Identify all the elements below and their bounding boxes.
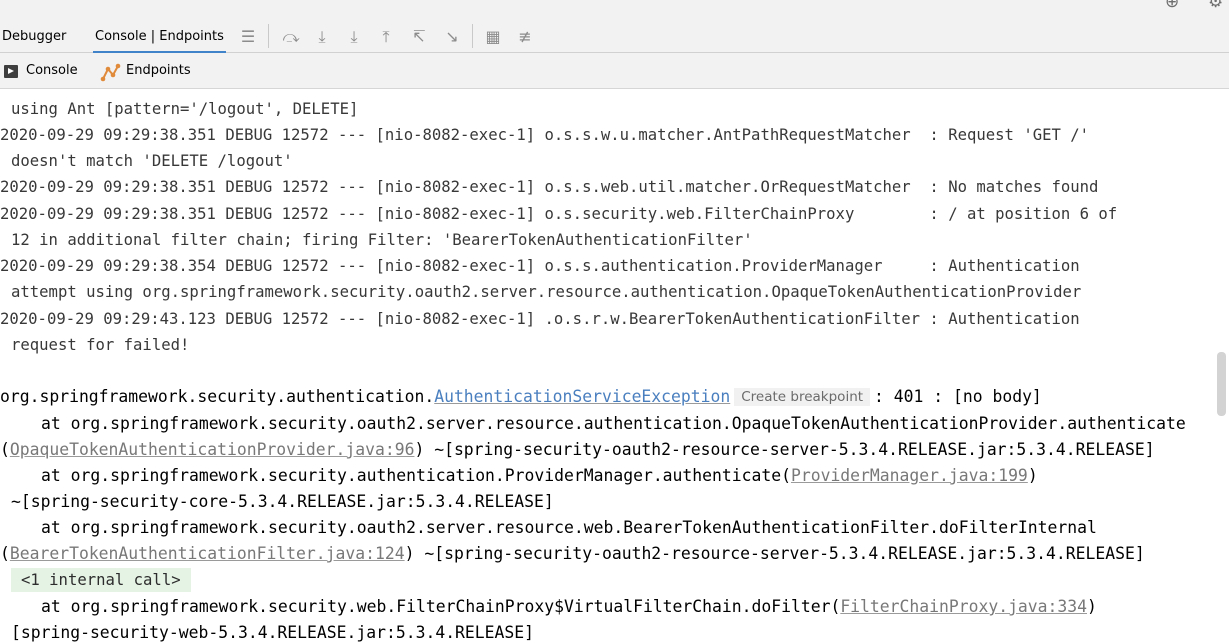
- evaluate-expression-icon[interactable]: ↘: [441, 26, 463, 48]
- tab-console-endpoints[interactable]: Console | Endpoints: [93, 24, 226, 54]
- log-line: request for failed!: [11, 336, 190, 354]
- globe-icon[interactable]: ⊕: [1165, 0, 1179, 12]
- jar-info: ) ~[spring-security-oauth2-resource-serv…: [404, 544, 1145, 563]
- frame-text: at org.springframework.security.authenti…: [41, 466, 791, 485]
- stack-frame: at org.springframework.security.oauth2.s…: [41, 518, 1097, 537]
- paren: (: [0, 440, 10, 459]
- run-to-cursor-icon[interactable]: ↸: [408, 26, 430, 48]
- console-icon: [4, 65, 18, 78]
- source-link[interactable]: FilterChainProxy.java:334: [840, 597, 1087, 616]
- tab-debugger[interactable]: Debugger: [0, 24, 68, 52]
- toolbar-separator: [268, 24, 269, 48]
- console-subtabs: Console Endpoints: [0, 53, 1229, 89]
- trace-settings-icon[interactable]: ≢: [514, 26, 536, 48]
- jar-info: ) ~[spring-security-oauth2-resource-serv…: [414, 440, 1155, 459]
- menu-icon[interactable]: ☰: [237, 26, 259, 48]
- frame-text: at org.springframework.security.web.Filt…: [41, 597, 841, 616]
- exception-message: : 401 : [no body]: [874, 387, 1042, 406]
- step-over-icon[interactable]: ⤓: [311, 26, 333, 48]
- paren: ): [1027, 466, 1038, 485]
- endpoints-icon: [100, 63, 121, 82]
- subtab-endpoints[interactable]: Endpoints: [126, 53, 191, 89]
- log-line: 2020-09-29 09:29:43.123 DEBUG 12572 --- …: [0, 310, 1080, 328]
- stack-frame: at org.springframework.security.oauth2.s…: [41, 414, 1186, 433]
- subtab-console[interactable]: Console: [26, 53, 78, 89]
- console-output[interactable]: using Ant [pattern='/logout', DELETE] 20…: [0, 89, 1214, 643]
- jar-info: [spring-security-web-5.3.4.RELEASE.jar:5…: [11, 623, 535, 642]
- stack-frame-location: (BearerTokenAuthenticationFilter.java:12…: [0, 543, 1145, 565]
- show-execution-point-icon[interactable]: ⤼: [280, 26, 302, 48]
- exception-package: org.springframework.security.authenticat…: [0, 387, 435, 406]
- exception-class-link[interactable]: AuthenticationServiceException: [434, 387, 730, 406]
- exception-line: org.springframework.security.authenticat…: [0, 386, 1042, 408]
- vertical-scrollbar[interactable]: [1217, 352, 1226, 416]
- stack-frame-location: (OpaqueTokenAuthenticationProvider.java:…: [0, 439, 1155, 461]
- toolbar-separator: [472, 24, 473, 48]
- log-line: 2020-09-29 09:29:38.351 DEBUG 12572 --- …: [0, 126, 1090, 144]
- table-view-icon[interactable]: ▦: [482, 26, 504, 48]
- source-link[interactable]: OpaqueTokenAuthenticationProvider.java:9…: [10, 440, 415, 459]
- log-line: 12 in additional filter chain; firing Fi…: [11, 231, 753, 249]
- paren: (: [0, 544, 10, 563]
- log-line: attempt using org.springframework.securi…: [11, 283, 1082, 301]
- source-link[interactable]: BearerTokenAuthenticationFilter.java:124: [10, 544, 405, 563]
- gear-icon[interactable]: ⚙: [1208, 0, 1223, 12]
- step-out-icon[interactable]: ⤒: [375, 26, 397, 48]
- jar-info: ~[spring-security-core-5.3.4.RELEASE.jar…: [11, 492, 554, 511]
- log-line: 2020-09-29 09:29:38.354 DEBUG 12572 --- …: [0, 257, 1080, 275]
- internal-call-fold[interactable]: <1 internal call>: [11, 568, 191, 592]
- debug-toolbar: ⊕ ⚙ Debugger Console | Endpoints ☰ ⤼ ⤓ ⤓…: [0, 0, 1229, 54]
- paren: ): [1087, 597, 1097, 616]
- log-line: 2020-09-29 09:29:38.351 DEBUG 12572 --- …: [0, 205, 1118, 223]
- log-line: doesn't match 'DELETE /logout': [11, 152, 293, 170]
- create-breakpoint-button[interactable]: Create breakpoint: [734, 388, 871, 406]
- log-line: using Ant [pattern='/logout', DELETE]: [11, 100, 359, 118]
- step-into-icon[interactable]: ⤓: [343, 26, 365, 48]
- log-line: 2020-09-29 09:29:38.351 DEBUG 12572 --- …: [0, 178, 1099, 196]
- stack-frame: at org.springframework.security.web.Filt…: [41, 596, 1097, 618]
- source-link[interactable]: ProviderManager.java:199: [791, 466, 1028, 485]
- stack-frame: at org.springframework.security.authenti…: [41, 465, 1038, 487]
